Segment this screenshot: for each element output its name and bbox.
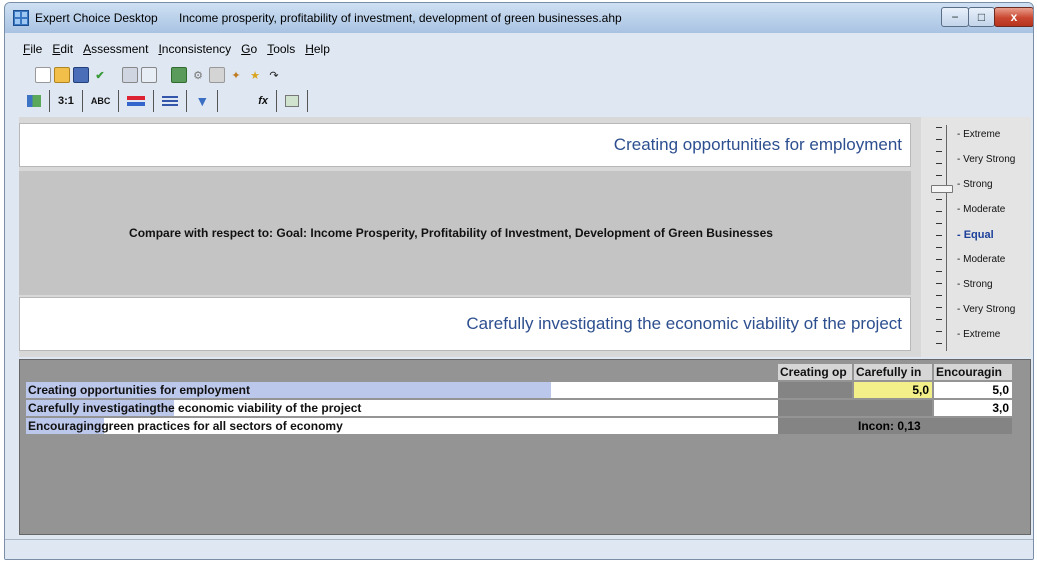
scale-slider-thumb[interactable] <box>931 185 953 193</box>
menu-tools[interactable]: Tools <box>267 42 295 56</box>
mode-tabs: 3:1 ABC ▼ fx <box>19 89 399 113</box>
cell-r1c2-selected[interactable]: 5,0 <box>854 382 932 398</box>
tab-data-grid[interactable]: ▼ <box>187 90 219 112</box>
row-label-encouraging-rest: green practices for all sectors of econo… <box>101 419 343 433</box>
comparison-matrix: Creating op Carefully in Encouragin Crea… <box>19 359 1031 535</box>
menu-edit[interactable]: Edit <box>52 42 73 56</box>
gear-icon[interactable]: ⚙ <box>190 67 206 83</box>
tab-numerical[interactable]: 3:1 <box>50 90 83 112</box>
app-title: Expert Choice Desktop <box>35 11 158 25</box>
compare-area: Compare with respect to: Goal: Income Pr… <box>19 171 911 295</box>
row-label-encouraging: Encouraging <box>28 419 102 433</box>
scale-moderate-top[interactable]: - Moderate <box>957 204 1005 215</box>
tree-icon: ▼ <box>195 93 210 109</box>
print-preview-icon[interactable] <box>141 67 157 83</box>
verbal-scale: - Extreme - Very Strong - Strong - Moder… <box>921 117 1031 357</box>
menu-bar: File Edit Assessment Inconsistency Go To… <box>19 37 347 61</box>
main-toolbar: ✔ ⚙ ✦ ★ ↷ <box>19 63 347 87</box>
scale-strong-top[interactable]: - Strong <box>957 179 993 190</box>
column-header-creating[interactable]: Creating op <box>778 364 852 380</box>
hierarchy-icon <box>27 95 41 107</box>
app-window: Expert Choice Desktop Income prosperity,… <box>4 2 1034 560</box>
scale-extreme-top[interactable]: - Extreme <box>957 129 1000 140</box>
goto-arrow-icon[interactable]: ↷ <box>266 67 282 83</box>
top-element-box: Creating opportunities for employment <box>19 123 911 167</box>
wizard-icon[interactable]: ✦ <box>228 67 244 83</box>
open-folder-icon[interactable] <box>54 67 70 83</box>
top-element-label: Creating opportunities for employment <box>613 135 902 154</box>
matrix-row-1[interactable]: Creating opportunities for employment <box>26 382 778 398</box>
bottom-element-label: Carefully investigating the economic via… <box>466 314 902 333</box>
compare-with-respect-to: Compare with respect to: Goal: Income Pr… <box>129 226 773 240</box>
row-label-carefully-rest: the economic viability of the project <box>156 401 362 415</box>
inconsistency-ratio: Incon: 0,13 <box>778 418 1012 434</box>
comparison-panel: Creating opportunities for employment Co… <box>19 117 1031 357</box>
scale-very-strong-top[interactable]: - Very Strong <box>957 154 1015 165</box>
tab-questionnaire[interactable] <box>154 90 188 112</box>
tab-hierarchy[interactable] <box>19 90 50 112</box>
column-header-encouraging[interactable]: Encouragin <box>934 364 1012 380</box>
cell-r2c3[interactable]: 3,0 <box>934 400 1012 416</box>
calculator-icon[interactable] <box>171 67 187 83</box>
menu-assessment[interactable]: Assessment <box>83 42 148 56</box>
cell-r2-diagonal <box>778 400 932 416</box>
tab-direct[interactable] <box>277 90 309 112</box>
sparkle-icon[interactable]: ★ <box>247 67 263 83</box>
row-label-carefully: Carefully investigating <box>28 401 157 415</box>
menu-inconsistency[interactable]: Inconsistency <box>158 42 231 56</box>
status-bar <box>5 539 1033 559</box>
scale-very-strong-bottom[interactable]: - Very Strong <box>957 304 1015 315</box>
print-icon[interactable] <box>122 67 138 83</box>
app-icon <box>13 10 29 26</box>
minimize-button[interactable]: − <box>941 7 969 27</box>
graphical-bars-icon <box>127 96 146 106</box>
scale-extreme-bottom[interactable]: - Extreme <box>957 329 1000 340</box>
cell-r1c1 <box>778 382 852 398</box>
menu-file[interactable]: File <box>23 42 42 56</box>
close-button[interactable]: x <box>994 7 1033 27</box>
matrix-row-3[interactable]: Encouraging green practices for all sect… <box>26 418 778 434</box>
scale-moderate-bottom[interactable]: - Moderate <box>957 254 1005 265</box>
menu-go[interactable]: Go <box>241 42 257 56</box>
tab-graphical[interactable] <box>119 90 155 112</box>
tab-formula[interactable]: fx <box>218 90 278 112</box>
menu-help[interactable]: Help <box>305 42 330 56</box>
bottom-element-box: Carefully investigating the economic via… <box>19 297 911 351</box>
cell-r1c3[interactable]: 5,0 <box>934 382 1012 398</box>
maximize-button[interactable]: □ <box>968 7 995 27</box>
direct-entry-icon <box>285 95 300 107</box>
scale-equal[interactable]: - Equal <box>957 229 994 241</box>
scale-track[interactable] <box>933 125 949 351</box>
title-bar[interactable]: Expert Choice Desktop Income prosperity,… <box>5 3 1033 33</box>
save-icon[interactable] <box>73 67 89 83</box>
questionnaire-bars-icon <box>162 96 179 106</box>
scale-strong-bottom[interactable]: - Strong <box>957 279 993 290</box>
checkmark-icon[interactable]: ✔ <box>92 67 108 83</box>
report-icon[interactable] <box>209 67 225 83</box>
column-header-carefully[interactable]: Carefully in <box>854 364 932 380</box>
new-file-icon[interactable] <box>35 67 51 83</box>
tab-verbal[interactable]: ABC <box>83 90 120 112</box>
matrix-row-2[interactable]: Carefully investigating the economic via… <box>26 400 778 416</box>
row-label-creating: Creating opportunities for employment <box>28 383 251 397</box>
document-title: Income prosperity, profitability of inve… <box>179 11 622 25</box>
